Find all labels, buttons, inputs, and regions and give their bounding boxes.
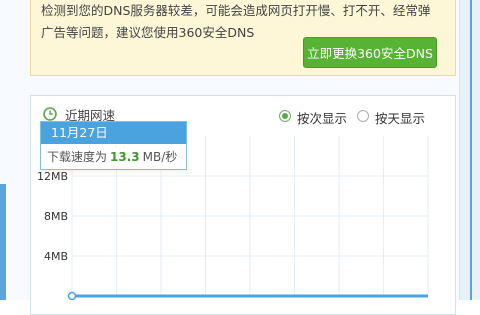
tooltip-date: 11月27日 [41, 122, 186, 144]
tooltip-label: 下载速度为 [47, 150, 108, 164]
tooltip-value: 13.3 [110, 150, 140, 164]
y-tick-label: 4MB [44, 250, 68, 263]
tooltip-unit: MB/秒 [142, 150, 178, 164]
speed-series [67, 158, 428, 300]
tooltip-body: 下载速度为 13.3 MB/秒 [47, 148, 177, 165]
y-tick-label: 8MB [44, 210, 68, 223]
data-point [67, 291, 77, 300]
y-axis-ticks: 12MB 8MB 4MB [37, 170, 68, 263]
y-tick-label: 12MB [37, 170, 68, 183]
speed-tooltip: 11月27日 下载速度为 13.3 MB/秒 [40, 121, 187, 170]
